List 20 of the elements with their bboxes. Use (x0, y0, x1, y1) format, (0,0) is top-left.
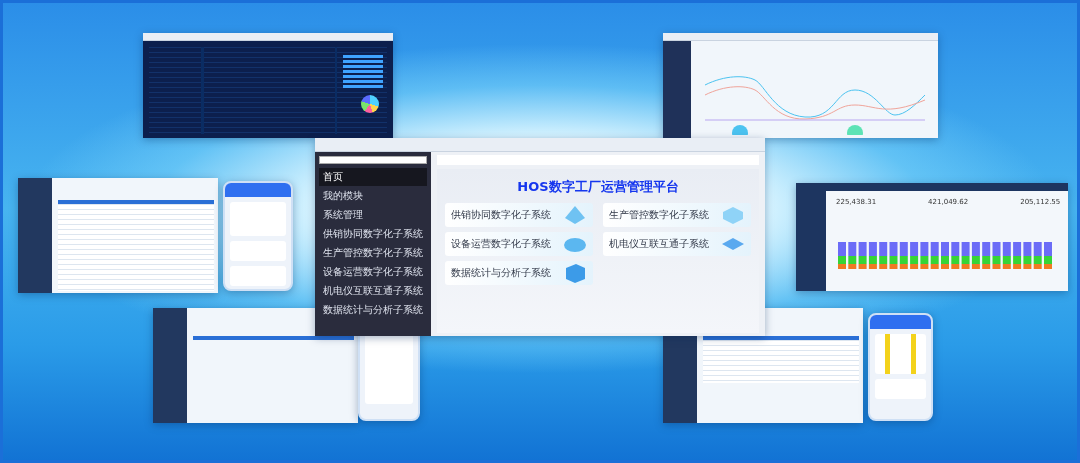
page-title: HOS数字工厂运营管理平台 (516, 178, 680, 196)
card-title: 供销协同数字化子系统 (451, 208, 551, 222)
search-field[interactable] (319, 156, 427, 164)
sidebar-item[interactable]: 机电仪互联互通子系统 (319, 282, 427, 300)
card-title: 机电仪互联互通子系统 (609, 237, 709, 251)
system-card[interactable]: 机电仪互联互通子系统 (603, 231, 751, 256)
sidebar-item[interactable]: 供销协同数字化子系统 (319, 225, 427, 243)
sidebar-item[interactable]: 设备运营数字化子系统 (319, 263, 427, 281)
system-card[interactable]: 供销协同数字化子系统 (445, 202, 593, 227)
system-card[interactable]: 设备运营数字化子系统 (445, 231, 593, 256)
sidebar-item[interactable]: 系统管理 (319, 206, 427, 224)
card-title: 数据统计与分析子系统 (451, 266, 551, 280)
card-title: 生产管控数字化子系统 (609, 208, 709, 222)
sidebar-item[interactable]: 我的模块 (319, 187, 427, 205)
system-card[interactable]: 数据统计与分析子系统 (445, 260, 593, 285)
system-card[interactable]: 生产管控数字化子系统 (603, 202, 751, 227)
sidebar-item[interactable]: 生产管控数字化子系统 (319, 244, 427, 262)
sidebar-item[interactable]: 首页 (319, 168, 427, 186)
sidebar-item[interactable]: 数据统计与分析子系统 (319, 301, 427, 319)
card-title: 设备运营数字化子系统 (451, 237, 551, 251)
